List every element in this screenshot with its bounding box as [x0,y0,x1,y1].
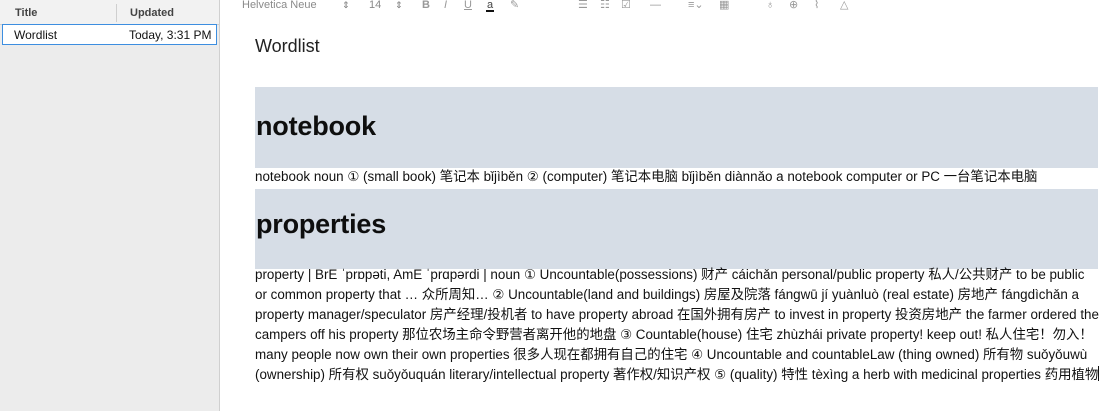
note-editor[interactable]: Wordlist notebook notebook noun ① (small… [220,14,1101,411]
entry-heading-notebook[interactable]: notebook [256,111,376,142]
bullet-list-icon[interactable]: ☰ [578,0,588,11]
note-list-item[interactable]: Wordlist Today, 3:31 PM [2,24,217,45]
notes-list-header: Title Updated [0,0,219,25]
italic-icon[interactable]: I [444,0,447,11]
text-color-icon[interactable]: a [486,0,495,12]
underline-icon[interactable]: U [464,0,472,11]
entry-heading-properties[interactable]: properties [256,209,386,240]
entry-definition-properties[interactable]: property | BrE ˈprɒpəti, AmE ˈprɑpərdi |… [255,265,1100,385]
font-size-select[interactable]: 14 [369,0,381,11]
drive-icon[interactable]: △ [840,0,848,11]
attachment-icon[interactable]: ⌇ [814,0,819,11]
column-header-title[interactable]: Title [15,7,37,19]
column-divider[interactable] [116,4,117,22]
globe-icon[interactable]: ⊕ [789,0,798,11]
bold-icon[interactable]: B [422,0,430,11]
note-title: Wordlist [14,28,58,42]
font-family-stepper-icon[interactable]: ⇕ [342,0,350,11]
font-size-stepper-icon[interactable]: ⇕ [395,0,403,11]
checklist-icon[interactable]: ☑ [621,0,631,11]
highlight-icon[interactable]: ✎ [510,0,519,11]
formatting-toolbar: Helvetica Neue ⇕ 14 ⇕ B I U a ✎ ☰ ☷ ☑ — … [220,0,1101,14]
note-updated-date: Today, 3:31 PM [129,28,212,42]
heading-background [255,87,1098,168]
column-header-updated[interactable]: Updated [130,7,174,19]
horizontal-rule-icon[interactable]: — [650,0,661,11]
align-icon[interactable]: ≡⌄ [688,0,704,11]
numbered-list-icon[interactable]: ☷ [600,0,610,11]
font-family-select[interactable]: Helvetica Neue [242,0,317,11]
note-title-heading[interactable]: Wordlist [255,36,320,57]
definition-text: property | BrE ˈprɒpəti, AmE ˈprɑpərdi |… [255,267,1099,382]
text-cursor [1098,366,1100,381]
notes-list-panel: Title Updated Wordlist Today, 3:31 PM [0,0,220,411]
entry-definition-notebook[interactable]: notebook noun ① (small book) 笔记本 bǐjìběn… [255,167,1100,187]
table-icon[interactable]: ▦ [719,0,729,11]
mic-icon[interactable]: ♁ [766,0,774,11]
